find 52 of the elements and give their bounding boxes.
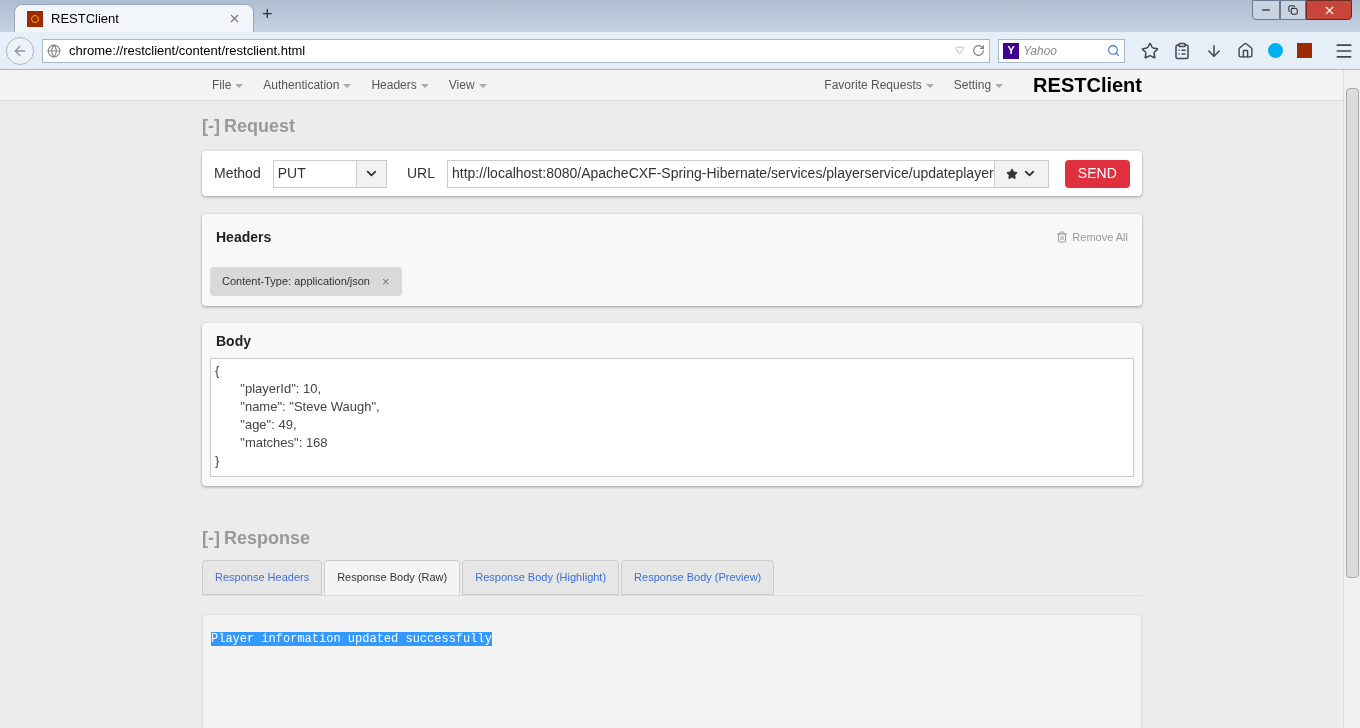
restore-icon	[1288, 5, 1298, 15]
caret-icon	[235, 83, 244, 88]
field-label: Method	[214, 164, 261, 183]
new-tab-button[interactable]: +	[262, 1, 273, 28]
tab-title: RESTClient	[51, 9, 120, 28]
brand-title: RESTClient	[1033, 73, 1142, 98]
reading-list-icon[interactable]	[1173, 41, 1191, 60]
caret-icon	[478, 83, 487, 88]
close-button[interactable]	[1306, 0, 1352, 20]
search-engine-logo[interactable]: Y	[1003, 42, 1020, 59]
send-button[interactable]: SEND	[1064, 159, 1130, 188]
response-tab[interactable]: Response Body (Preview)	[621, 560, 775, 595]
trash-icon	[1056, 231, 1069, 243]
address-text: chrome://restclient/content/restclient.html	[68, 41, 307, 60]
home-icon[interactable]	[1237, 42, 1254, 59]
caret-icon	[343, 83, 352, 88]
field-label: URL	[406, 164, 435, 183]
menu-item[interactable]: File	[202, 72, 254, 98]
scrollbar[interactable]	[1343, 70, 1360, 728]
search-icon[interactable]	[1107, 44, 1120, 57]
response-tab[interactable]: Response Headers	[202, 560, 323, 595]
close-icon[interactable]	[228, 12, 241, 25]
response-text: Player information updated successfully	[211, 632, 492, 646]
app-icon	[27, 10, 43, 27]
menu-item[interactable]: Headers	[361, 72, 439, 98]
response-tab[interactable]: Response Body (Highlight)	[462, 560, 620, 595]
reload-icon[interactable]	[972, 44, 986, 57]
menu-item[interactable]: Authentication	[253, 72, 362, 98]
star-icon[interactable]	[1005, 167, 1018, 180]
response-tab[interactable]: Response Body (Raw)	[324, 560, 461, 595]
search-bar[interactable]: Y Yahoo	[998, 38, 1125, 63]
bookmark-icon[interactable]	[1141, 41, 1159, 60]
section-title: Request	[224, 114, 295, 138]
address-bar[interactable]: chrome://restclient/content/restclient.html	[41, 38, 991, 63]
card-title: Body	[215, 332, 252, 351]
globe-icon	[46, 43, 61, 58]
section-title: Response	[224, 526, 310, 550]
card-title: Headers	[216, 227, 272, 247]
method-select[interactable]: PUT	[272, 159, 387, 188]
browser-tab[interactable]: RESTClient	[14, 4, 254, 32]
menu-item[interactable]: View	[438, 72, 497, 98]
restore-button[interactable]	[1280, 0, 1306, 20]
menu-item[interactable]: Favorite Requests	[814, 72, 944, 98]
caret-icon	[995, 83, 1004, 88]
search-field[interactable]: Yahoo	[1023, 41, 1103, 60]
caret-icon	[420, 83, 429, 88]
caret-icon	[925, 83, 934, 88]
header-text: Content-Type: application/json	[222, 274, 370, 290]
url-field[interactable]: http://localhost:8080/ApacheCXF-Spring-Hibernate/services/playerservice/updateplayer	[446, 159, 1049, 188]
minimize-button[interactable]	[1252, 0, 1280, 20]
body-editor[interactable]: { "playerId": 10, "name": "Steve Waugh", "age": 49, "matches": 168 }	[210, 358, 1134, 477]
menu-item[interactable]: Setting	[943, 72, 1014, 98]
